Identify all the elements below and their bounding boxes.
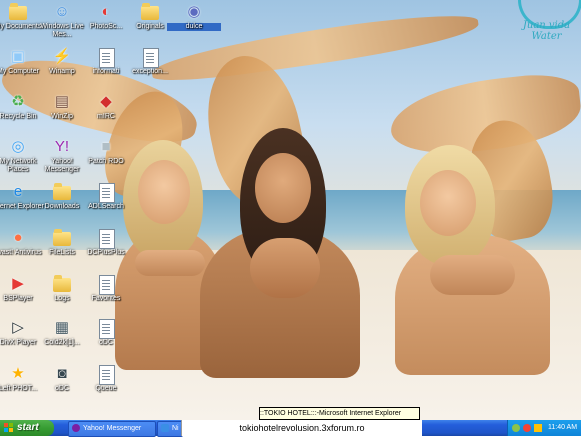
desktop-icon[interactable]: Queue: [79, 364, 133, 393]
desktop-icon[interactable]: oDC: [79, 318, 133, 347]
desktop-icon-label: exception...: [132, 68, 168, 75]
messenger-icon: ☺: [54, 3, 70, 20]
ie-icon: [161, 424, 169, 433]
desktop-icon[interactable]: ◉ dulce: [167, 2, 221, 31]
document-icon: [96, 364, 116, 385]
taskbar-tooltip: ::TOKIO HOTEL:::-Microsoft Internet Expl…: [259, 407, 420, 420]
desktop-icon[interactable]: ADLSearch: [79, 182, 133, 211]
odc-icon: ◙: [57, 365, 67, 382]
desktop-icon-label: Patch RDO: [88, 158, 124, 165]
taskbar-button-ie[interactable]: Ni: [157, 421, 183, 437]
patch-icon: ■: [101, 138, 111, 155]
desktop-icon-label: dulce: [167, 23, 221, 31]
taskbar-button-yahoo[interactable]: Yahoo! Messenger: [68, 421, 156, 437]
video-icon: ▦: [54, 319, 70, 336]
document-icon: [96, 228, 116, 249]
divx-icon: ▷: [12, 319, 24, 336]
network-icon: ◎: [11, 138, 25, 155]
windows-flag-icon: [4, 423, 14, 433]
speaker-tray-icon[interactable]: [534, 424, 542, 432]
yahoo-icon: [72, 424, 80, 433]
photo-icon: ★: [11, 365, 25, 382]
desktop-icon-label: mIRC: [97, 113, 115, 120]
recycle-bin-icon: ♻: [11, 93, 25, 110]
desktop-icon-label: oDC: [98, 339, 113, 346]
folder-docs-icon: [8, 2, 28, 22]
desktop-icon[interactable]: exception...: [123, 47, 177, 76]
desktop-icon[interactable]: ◆ mIRC: [79, 92, 133, 121]
photoscape-icon: ◐: [101, 3, 111, 20]
winzip-icon: ▤: [54, 93, 70, 110]
yahoo-icon: Y!: [54, 138, 70, 155]
avast-icon: ●: [13, 229, 23, 246]
desktop-icon-label: DCPlusPlus: [87, 249, 125, 256]
bsplayer-icon: ▶: [12, 275, 24, 292]
ie-icon: e: [13, 183, 23, 200]
desktop-icon[interactable]: DCPlusPlus: [79, 228, 133, 257]
start-button[interactable]: start: [0, 420, 54, 436]
start-label: start: [17, 422, 39, 433]
folder-icon: [52, 182, 72, 202]
desktop-icon-label: ADLSearch: [88, 203, 124, 210]
document-icon: [96, 47, 116, 68]
document-icon: [140, 47, 160, 68]
clock[interactable]: 11:40 AM: [548, 420, 577, 436]
document-icon: [96, 274, 116, 295]
winamp-icon: ⚡: [52, 48, 72, 65]
antivirus-tray-icon[interactable]: [523, 424, 531, 432]
mirc-icon: ◆: [100, 93, 112, 110]
url-overlay: tokiohotelrevolusion.3xforum.ro: [181, 420, 422, 436]
desktop[interactable]: Juan vida Water My Documents☺Windows Liv…: [0, 0, 581, 420]
document-icon: [96, 182, 116, 203]
desktop-icon-label: Queue: [95, 385, 117, 392]
folder-icon: [140, 2, 160, 22]
dulce-icon: ◉: [187, 3, 201, 20]
desktop-icon[interactable]: ■ Patch RDO: [79, 137, 133, 166]
document-icon: [96, 318, 116, 339]
wallpaper-logo: Juan vida Water: [512, 0, 581, 42]
folder-icon: [52, 228, 72, 248]
desktop-icon[interactable]: Favorites: [79, 274, 133, 303]
desktop-icon-label: Favorites: [91, 295, 121, 302]
network-tray-icon[interactable]: [512, 424, 520, 432]
system-tray: 11:40 AM: [507, 420, 581, 436]
computer-icon: ▣: [10, 48, 26, 65]
folder-icon: [52, 274, 72, 294]
